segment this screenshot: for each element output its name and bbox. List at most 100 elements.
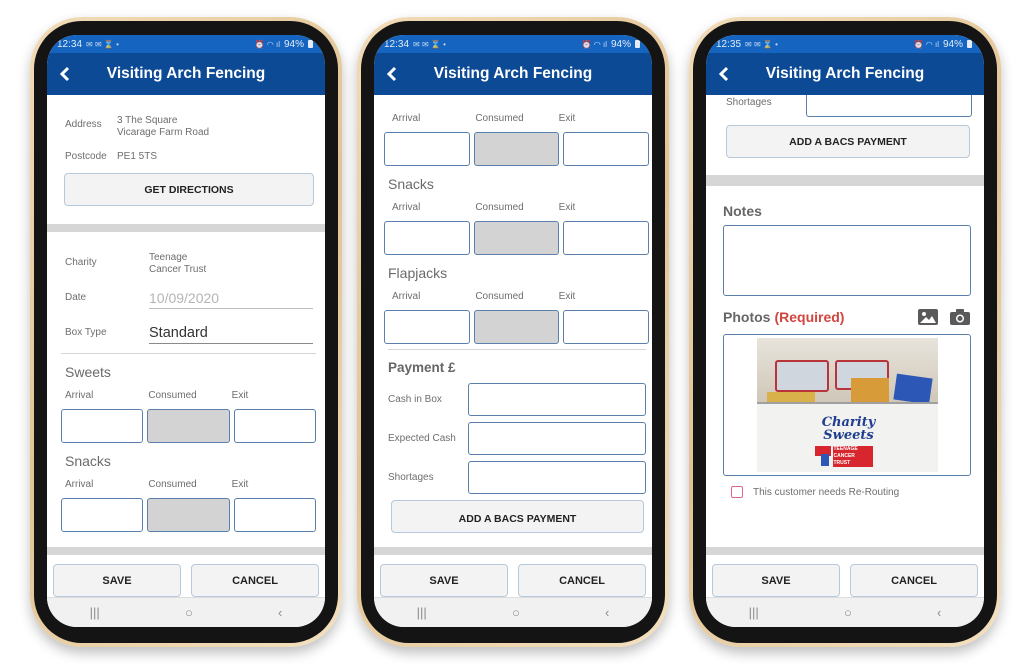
home-icon[interactable]: ○ <box>185 605 193 620</box>
photo-sub-caption: TEENAGE CANCER TRUST <box>832 446 873 467</box>
clock: 12:34 <box>57 38 83 50</box>
notes-textarea[interactable] <box>723 225 971 296</box>
consumed-label: Consumed <box>148 390 197 401</box>
app-bar: Visiting Arch Fencing <box>47 53 325 95</box>
cash-in-box-label: Cash in Box <box>388 393 442 405</box>
flapjacks-inputs <box>374 310 652 344</box>
clock: 12:34 <box>384 38 410 50</box>
form-content[interactable]: Shortages ADD A BACS PAYMENT Notes Photo… <box>706 95 984 547</box>
consumed-label: Consumed <box>148 479 197 490</box>
snacks-inputs <box>374 221 652 255</box>
arrival-label: Arrival <box>65 390 94 401</box>
home-icon[interactable]: ○ <box>512 605 520 620</box>
screen-1: 12:34 ✉ ✉ ⌛ • ⏰ ◠ ıl 94% Visiting Arch F… <box>47 35 325 627</box>
nav-back-icon[interactable]: ‹ <box>937 605 941 620</box>
flapjacks-arrival-input[interactable] <box>384 310 470 344</box>
sweets-exit-input[interactable] <box>563 132 650 166</box>
cash-in-box-input[interactable] <box>468 382 646 416</box>
screen-2: 12:34 ✉ ✉ ⌛ • ⏰ ◠ ıl 94% Visiting Arch F… <box>374 35 652 627</box>
expected-cash-input[interactable] <box>468 421 646 455</box>
get-directions-button[interactable]: GET DIRECTIONS <box>64 173 314 206</box>
cancel-button[interactable]: CANCEL <box>518 564 646 597</box>
back-button[interactable] <box>380 61 404 87</box>
add-bacs-payment-button[interactable]: ADD A BACS PAYMENT <box>726 125 970 158</box>
postcode-label: Postcode <box>65 151 107 162</box>
android-nav-bar: ||| ○ ‹ <box>706 597 984 627</box>
postcode-value: PE1 5TS <box>117 151 158 162</box>
exit-label: Exit <box>558 291 576 302</box>
snacks-exit-input[interactable] <box>233 498 316 532</box>
flapjacks-exit-input[interactable] <box>563 310 650 344</box>
snacks-exit-input[interactable] <box>563 221 650 255</box>
home-icon[interactable]: ○ <box>844 605 852 620</box>
address-row: Address 3 The Square Vicarage Farm Road <box>47 115 325 139</box>
shortages-input[interactable] <box>468 460 646 494</box>
footer-actions: SAVE CANCEL <box>47 547 325 597</box>
section-divider <box>47 224 325 232</box>
date-field[interactable]: 10/09/2020 <box>149 290 313 309</box>
status-bar: 12:34 ✉ ✉ ⌛ • ⏰ ◠ ıl 94% <box>374 35 652 53</box>
screen-3: 12:35 ✉ ✉ ⌛ • ⏰ ◠ ıl 94% Visiting Arch F… <box>706 35 984 627</box>
exit-label: Exit <box>558 202 576 213</box>
snacks-consumed-field <box>473 221 560 255</box>
battery-level: 94% <box>942 38 963 50</box>
sweets-exit-input[interactable] <box>233 409 316 443</box>
address-line-1: 3 The Square <box>117 115 178 126</box>
column-labels: Arrival Consumed Exit <box>374 291 652 302</box>
back-button[interactable] <box>53 61 77 87</box>
snacks-arrival-input[interactable] <box>384 221 470 255</box>
expected-cash-row: Expected Cash <box>374 420 652 456</box>
battery-level: 94% <box>610 38 631 50</box>
phone-frame-3: 12:35 ✉ ✉ ⌛ • ⏰ ◠ ıl 94% Visiting Arch F… <box>689 17 1001 647</box>
phone-frame-1: 12:34 ✉ ✉ ⌛ • ⏰ ◠ ıl 94% Visiting Arch F… <box>30 17 342 647</box>
arrival-label: Arrival <box>392 291 421 302</box>
notification-icon: ✉ ✉ ⌛ • <box>745 39 778 49</box>
cash-in-box-row: Cash in Box <box>374 381 652 417</box>
form-content[interactable]: Arrival Consumed Exit Snacks Arrival Con… <box>374 95 652 547</box>
photos-label: Photos <box>723 309 771 325</box>
nav-back-icon[interactable]: ‹ <box>605 605 609 620</box>
cancel-button[interactable]: CANCEL <box>850 564 978 597</box>
box-type-select[interactable]: Standard <box>149 325 313 344</box>
nav-back-icon[interactable]: ‹ <box>278 605 282 620</box>
recents-icon[interactable]: ||| <box>749 605 759 620</box>
photo-container[interactable]: Charity Sweets TEENAGE CANCER TRUST <box>723 334 971 476</box>
app-bar: Visiting Arch Fencing <box>706 53 984 95</box>
add-bacs-payment-button[interactable]: ADD A BACS PAYMENT <box>391 500 644 533</box>
notes-label: Notes <box>723 203 762 219</box>
arrival-label: Arrival <box>65 479 94 490</box>
section-title-snacks: Snacks <box>388 176 434 192</box>
gallery-icon[interactable] <box>917 308 939 326</box>
photo-thumbnail[interactable]: Charity Sweets TEENAGE CANCER TRUST <box>756 338 938 472</box>
date-label: Date <box>65 292 87 303</box>
photos-header: Photos (Required) <box>706 306 984 328</box>
battery-icon <box>308 40 313 48</box>
android-nav-bar: ||| ○ ‹ <box>374 597 652 627</box>
notification-icon: ✉ ✉ ⌛ • <box>413 39 446 49</box>
snacks-arrival-input[interactable] <box>61 498 144 532</box>
save-button[interactable]: SAVE <box>53 564 181 597</box>
phone-frame-2: 12:34 ✉ ✉ ⌛ • ⏰ ◠ ıl 94% Visiting Arch F… <box>357 17 669 647</box>
android-nav-bar: ||| ○ ‹ <box>47 597 325 627</box>
recents-icon[interactable]: ||| <box>417 605 427 620</box>
cancel-button[interactable]: CANCEL <box>191 564 319 597</box>
section-title-sweets: Sweets <box>65 364 111 380</box>
save-button[interactable]: SAVE <box>712 564 840 597</box>
form-content[interactable]: Address 3 The Square Vicarage Farm Road … <box>47 95 325 547</box>
sweets-arrival-input[interactable] <box>384 132 470 166</box>
sweets-consumed-field <box>473 132 560 166</box>
column-labels: Arrival Consumed Exit <box>374 202 652 213</box>
section-divider <box>706 175 984 186</box>
sweets-inputs <box>374 132 652 166</box>
date-row: Date 10/09/2020 <box>47 290 325 309</box>
shortages-input[interactable] <box>806 95 972 117</box>
recents-icon[interactable]: ||| <box>90 605 100 620</box>
rerouting-checkbox[interactable] <box>731 486 743 498</box>
alarm-wifi-signal-icons: ⏰ ◠ ıl <box>913 39 939 49</box>
charity-line-1: Teenage <box>149 252 188 263</box>
save-button[interactable]: SAVE <box>380 564 508 597</box>
column-labels: Arrival Consumed Exit <box>47 479 325 490</box>
sweets-arrival-input[interactable] <box>61 409 144 443</box>
camera-icon[interactable] <box>949 308 971 326</box>
back-button[interactable] <box>712 61 736 87</box>
